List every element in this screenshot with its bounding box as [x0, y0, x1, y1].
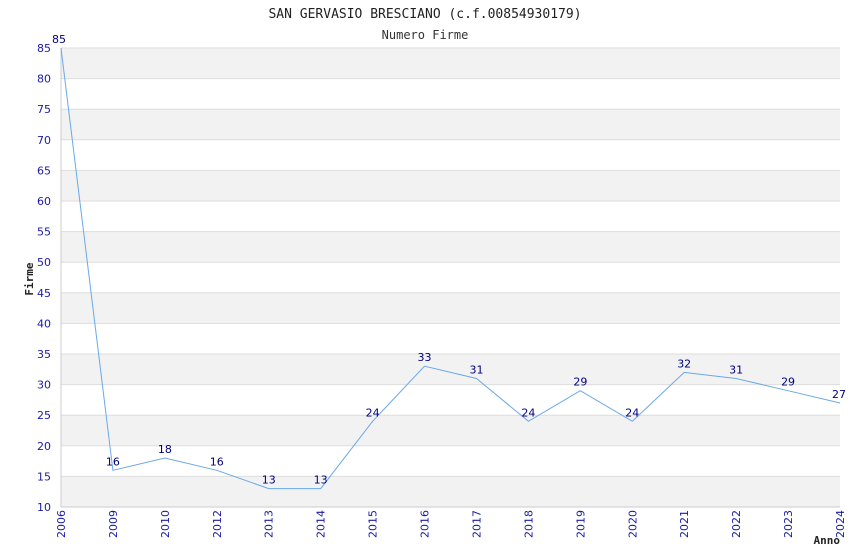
- x-tick-label: 2012: [211, 510, 224, 538]
- x-tick-label: 2019: [574, 510, 587, 538]
- plot-band: [61, 78, 840, 110]
- data-label: 16: [106, 455, 120, 468]
- data-label: 13: [314, 474, 328, 487]
- plot-band: [61, 476, 840, 507]
- data-label: 24: [366, 406, 380, 419]
- data-label: 31: [729, 363, 743, 376]
- data-label: 29: [781, 376, 795, 389]
- x-axis-label: Anno: [814, 534, 841, 547]
- data-label: 18: [158, 443, 172, 456]
- plot-band: [61, 354, 840, 385]
- plot-band: [61, 415, 840, 446]
- plot-band: [61, 323, 840, 354]
- data-label: 24: [521, 406, 535, 419]
- y-tick-label: 50: [37, 256, 51, 269]
- x-tick-label: 2023: [782, 510, 795, 538]
- x-tick-labels: 2006 2009 2010 2012 2013 2014 2015 2016 2017 2018…: [55, 510, 847, 538]
- plot-band: [61, 231, 840, 263]
- data-label: 85: [52, 33, 66, 46]
- x-tick-label: 2018: [522, 510, 535, 538]
- x-tick-label: 2021: [678, 510, 691, 538]
- x-tick-label: 2017: [470, 510, 483, 538]
- y-tick-label: 60: [37, 195, 51, 208]
- plot-band: [61, 48, 840, 79]
- x-tick-label: 2016: [419, 510, 432, 538]
- data-label: 24: [625, 406, 639, 419]
- chart-subtitle: Numero Firme: [382, 28, 469, 42]
- data-label: 27: [832, 388, 846, 401]
- data-label: 32: [677, 357, 691, 370]
- y-tick-label: 35: [37, 348, 51, 361]
- y-tick-label: 65: [37, 164, 51, 177]
- y-tick-label: 30: [37, 379, 51, 392]
- plot-band: [61, 262, 840, 293]
- y-tick-label: 70: [37, 134, 51, 147]
- plot-band: [61, 170, 840, 201]
- plot-bands: [61, 48, 840, 507]
- y-tick-label: 75: [37, 103, 51, 116]
- data-label: 29: [573, 376, 587, 389]
- data-label: 33: [418, 351, 432, 364]
- chart-title: SAN GERVASIO BRESCIANO (c.f.00854930179): [268, 7, 581, 22]
- x-tick-label: 2010: [159, 510, 172, 538]
- data-label: 13: [262, 474, 276, 487]
- y-tick-label: 20: [37, 440, 51, 453]
- plot-band: [61, 201, 840, 232]
- y-axis-label: Firme: [23, 262, 36, 295]
- data-label: 16: [210, 455, 224, 468]
- plot-band: [61, 109, 840, 140]
- x-tick-label: 2020: [626, 510, 639, 538]
- y-tick-label: 15: [37, 470, 51, 483]
- x-tick-label: 2022: [730, 510, 743, 538]
- y-tick-label: 85: [37, 42, 51, 55]
- y-tick-label: 45: [37, 287, 51, 300]
- y-tick-labels: 10 15 20 25 30 35 40 45 50 55 60 65 70 75 80 85: [37, 42, 51, 514]
- data-label: 31: [469, 363, 483, 376]
- plot-band: [61, 139, 840, 171]
- x-tick-label: 2015: [367, 510, 380, 538]
- x-tick-label: 2013: [263, 510, 276, 538]
- y-tick-label: 40: [37, 317, 51, 330]
- plot-band: [61, 292, 840, 324]
- x-tick-label: 2006: [55, 510, 68, 538]
- y-tick-label: 55: [37, 226, 51, 239]
- x-tick-label: 2009: [107, 510, 120, 538]
- line-chart: 10152025303540455055606570758085 2006 200…: [23, 7, 847, 547]
- plot-band: [61, 384, 840, 416]
- y-tick-label: 25: [37, 409, 51, 422]
- x-tick-label: 2014: [315, 510, 328, 538]
- y-tick-label: 80: [37, 73, 51, 86]
- y-tick-label: 10: [37, 501, 51, 514]
